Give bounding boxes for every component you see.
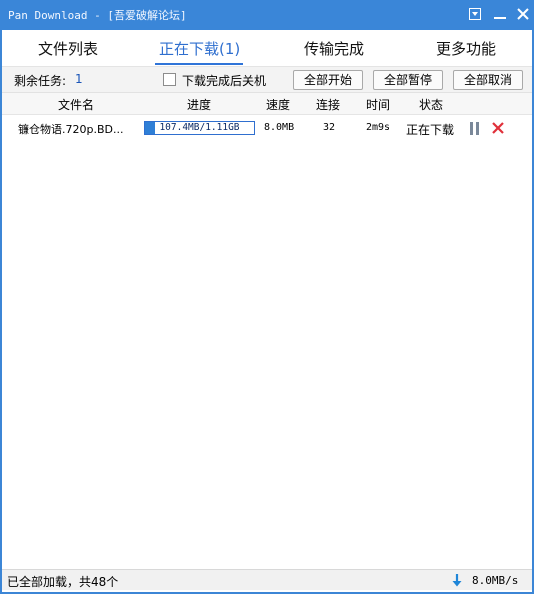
tab-completed[interactable]: 传输完成 (304, 38, 364, 59)
pause-all-button[interactable]: 全部暂停 (373, 70, 443, 90)
active-tab-indicator (155, 63, 243, 65)
shutdown-checkbox[interactable] (163, 73, 176, 86)
column-header-speed[interactable]: 速度 (266, 96, 290, 113)
window-title: Pan Download - [吾爱破解论坛] (8, 9, 187, 22)
client-area: 文件列表 正在下载(1) 传输完成 更多功能 剩余任务: 1 下载完成后关机 全… (2, 30, 532, 592)
minimize-icon[interactable] (491, 6, 509, 22)
column-header-connections[interactable]: 连接 (316, 96, 340, 113)
column-header-time[interactable]: 时间 (366, 96, 390, 113)
start-all-button[interactable]: 全部开始 (293, 70, 363, 90)
download-arrow-icon (452, 573, 462, 587)
row-filename: 镰仓物语.720p.BD... (18, 123, 124, 136)
row-connections: 32 (323, 122, 336, 133)
cancel-x-icon[interactable] (491, 121, 505, 135)
column-header-progress[interactable]: 进度 (187, 96, 211, 113)
column-header-status[interactable]: 状态 (419, 96, 443, 113)
remaining-tasks-label: 剩余任务: (14, 74, 67, 88)
table-header: 文件名 进度 速度 连接 时间 状态 (2, 93, 532, 115)
progress-text: 107.4MB/1.11GB (159, 122, 240, 133)
tab-file-list[interactable]: 文件列表 (38, 38, 98, 59)
title-bar[interactable]: Pan Download - [吾爱破解论坛] (0, 0, 534, 30)
row-speed: 8.0MB (264, 122, 295, 133)
toolbar: 剩余任务: 1 下载完成后关机 全部开始 全部暂停 全部取消 (2, 66, 532, 93)
remaining-tasks-count: 1 (75, 72, 83, 86)
tab-downloading[interactable]: 正在下载(1) (159, 38, 240, 59)
cancel-all-button[interactable]: 全部取消 (453, 70, 523, 90)
row-time: 2m9s (366, 122, 391, 133)
column-header-filename[interactable]: 文件名 (58, 96, 94, 113)
close-icon[interactable] (514, 6, 532, 22)
tab-more-features[interactable]: 更多功能 (436, 38, 496, 59)
status-bar: 已全部加载，共48个 8.0MB/s (2, 569, 532, 590)
status-speed: 8.0MB/s (472, 574, 519, 587)
progress-bar: 107.4MB/1.11GB (144, 121, 255, 135)
pause-icon[interactable] (469, 122, 481, 135)
dropdown-menu-icon[interactable] (466, 6, 484, 22)
table-row[interactable]: 镰仓物语.720p.BD... 107.4MB/1.11GB 8.0MB 32 … (2, 116, 532, 140)
app-window: Pan Download - [吾爱破解论坛] 文件列表 正在下载(1) 传输完… (0, 0, 534, 594)
row-status: 正在下载 (406, 123, 455, 137)
status-loaded-text: 已全部加载，共48个 (7, 575, 119, 589)
tab-bar: 文件列表 正在下载(1) 传输完成 更多功能 (2, 30, 532, 66)
shutdown-checkbox-label[interactable]: 下载完成后关机 (182, 72, 266, 89)
